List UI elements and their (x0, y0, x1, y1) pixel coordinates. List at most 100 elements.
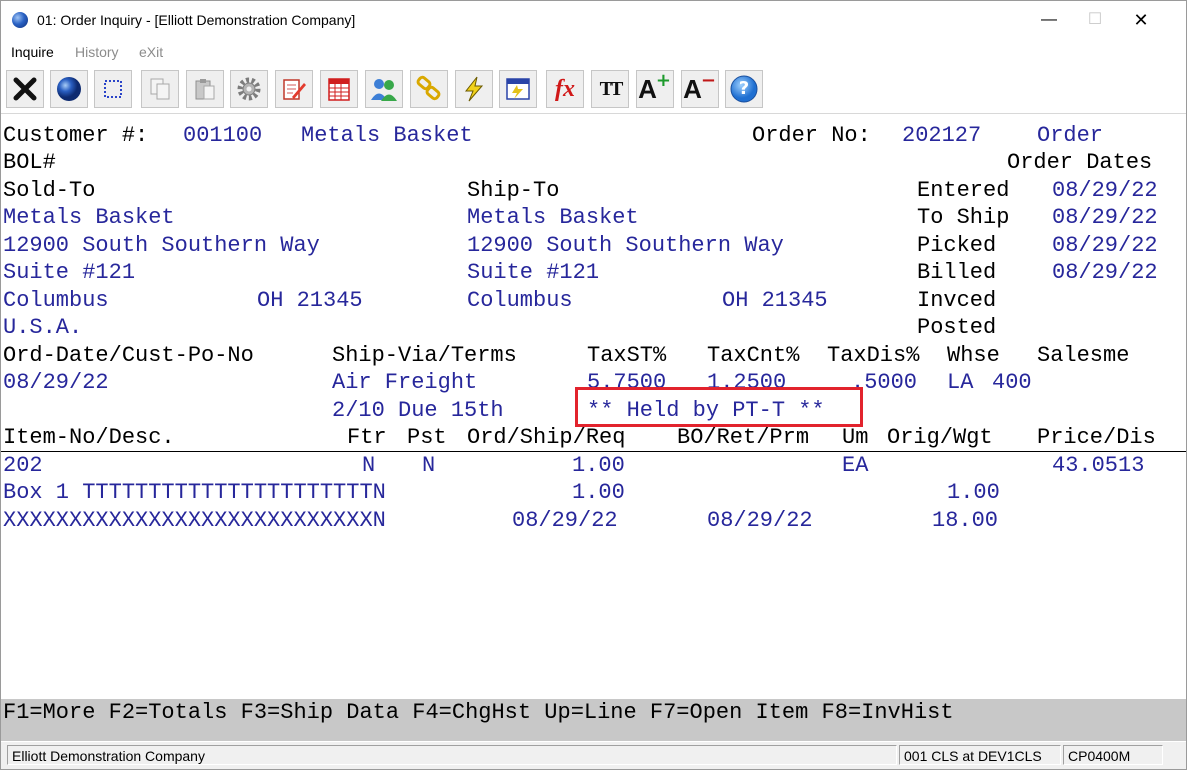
customer-number[interactable]: 001100 (183, 122, 262, 149)
line-desc2: XXXXXXXXXXXXXXXXXXXXXXXXXXXXN (3, 508, 386, 533)
col-ftr: Ftr (347, 425, 387, 450)
picked-date: 08/29/22 (1052, 233, 1158, 258)
line-weight: 18.00 (932, 508, 999, 533)
col-bo-ret-prm: BO/Ret/Prm (677, 425, 810, 450)
taxst-label: TaxST% (587, 343, 667, 368)
col-orig-wgt: Orig/Wgt (887, 425, 993, 450)
sold-to-address1: 12900 South Southern Way (3, 233, 320, 258)
function-keys-text[interactable]: F1=More F2=Totals F3=Ship Data F4=ChgHst… (3, 699, 954, 726)
line-orig: 1.00 (947, 480, 1000, 505)
plus-glyph: + (655, 69, 671, 91)
billed-date: 08/29/22 (1052, 260, 1158, 285)
billed-label: Billed (917, 260, 997, 285)
minus-glyph: − (700, 69, 716, 91)
calendar-icon[interactable] (320, 70, 358, 108)
ord-date: 08/29/22 (3, 370, 109, 395)
line-shipped: 1.00 (572, 480, 625, 505)
sold-to-name: Metals Basket (3, 205, 175, 230)
order-dates-label: Order Dates (1007, 150, 1153, 175)
ship-to-name: Metals Basket (467, 205, 639, 230)
ship-via: Air Freight (332, 370, 478, 395)
status-company: Elliott Demonstration Company (7, 745, 897, 765)
font-decrease-icon[interactable]: A − (681, 70, 719, 108)
globe-icon[interactable] (50, 70, 88, 108)
line-item-no[interactable]: 202 (3, 452, 43, 479)
edit-note-icon[interactable] (275, 70, 313, 108)
users-icon[interactable] (365, 70, 403, 108)
customer-label: Customer #: (3, 123, 149, 148)
title-bar: 01: Order Inquiry - [Elliott Demonstrati… (1, 1, 1186, 39)
status-bar: Elliott Demonstration Company 001 CLS at… (1, 742, 1186, 769)
order-no[interactable]: 202127 (902, 122, 981, 149)
invced-label: Invced (917, 288, 997, 313)
settings-gear-icon[interactable] (230, 70, 268, 108)
line-ordered: 1.00 (572, 453, 625, 478)
ship-to-label: Ship-To (467, 178, 560, 203)
calculator-icon[interactable] (499, 70, 537, 108)
sold-to-city: Columbus (3, 288, 109, 313)
col-item-desc: Item-No/Desc. (3, 425, 175, 450)
window-title: 01: Order Inquiry - [Elliott Demonstrati… (37, 12, 356, 28)
help-glyph: ? (738, 78, 750, 99)
col-price-dis: Price/Dis (1037, 425, 1156, 450)
fx-glyph: fx (555, 75, 575, 102)
ship-via-label: Ship-Via/Terms (332, 343, 517, 368)
ship-to-address2: Suite #121 (467, 260, 600, 285)
salesman-label: Salesme (1037, 343, 1130, 368)
menu-exit[interactable]: eXit (139, 44, 163, 60)
menu-bar: Inquire History eXit (1, 41, 1186, 63)
lightning-icon[interactable] (455, 70, 493, 108)
link-icon[interactable] (410, 70, 448, 108)
customer-name: Metals Basket (301, 123, 473, 148)
sold-to-label: Sold-To (3, 178, 96, 203)
taxcnt-label: TaxCnt% (707, 343, 800, 368)
entered-label: Entered (917, 178, 1010, 203)
menu-history[interactable]: History (75, 44, 119, 60)
sold-to-country: U.S.A. (3, 315, 83, 340)
whse-value: LA (947, 370, 974, 395)
app-globe-icon (12, 12, 28, 28)
status-session: 001 CLS at DEV1CLS (899, 745, 1061, 765)
taxdis-label: TaxDis% (827, 343, 920, 368)
to-ship-label: To Ship (917, 205, 1010, 230)
to-ship-date: 08/29/22 (1052, 205, 1158, 230)
order-type: Order (1037, 123, 1104, 148)
ship-to-address1: 12900 South Southern Way (467, 233, 784, 258)
salesman-value: 400 (992, 370, 1032, 395)
line-ftr: N (362, 453, 376, 478)
whse-label: Whse (947, 343, 1000, 368)
function-fx-icon[interactable]: fx (546, 70, 584, 108)
line-prm-date: 08/29/22 (707, 508, 813, 533)
posted-label: Posted (917, 315, 997, 340)
minimize-button[interactable]: — (1026, 1, 1072, 39)
ship-to-state-zip: OH 21345 (722, 288, 828, 313)
ship-to-city: Columbus (467, 288, 573, 313)
function-key-bar: F1=More F2=Totals F3=Ship Data F4=ChgHst… (1, 699, 1186, 741)
font-big-glyph: A (638, 73, 657, 104)
select-icon[interactable] (94, 70, 132, 108)
picked-label: Picked (917, 233, 997, 258)
maximize-button[interactable]: ☐ (1072, 1, 1118, 39)
line-um: EA (842, 453, 869, 478)
close-x-icon[interactable] (6, 70, 44, 108)
bol-label: BOL# (3, 150, 56, 175)
terms: 2/10 Due 15th (332, 398, 504, 423)
line-desc1: Box 1 TTTTTTTTTTTTTTTTTTTTTTN (3, 480, 386, 505)
copy-icon[interactable] (141, 70, 179, 108)
col-ord-ship-req: Ord/Ship/Req (467, 425, 626, 450)
ord-date-label: Ord-Date/Cust-Po-No (3, 343, 254, 368)
menu-inquire[interactable]: Inquire (11, 44, 54, 60)
toolbar: fx TT A + A − ? (1, 65, 1186, 114)
col-pst: Pst (407, 425, 447, 450)
column-header-separator (1, 451, 1186, 452)
held-status-highlight (575, 387, 863, 427)
font-icon[interactable]: TT (591, 70, 629, 108)
paste-icon[interactable] (186, 70, 224, 108)
font-small-glyph: A (683, 73, 702, 104)
font-increase-icon[interactable]: A + (636, 70, 674, 108)
tt-glyph: TT (599, 77, 624, 100)
close-button[interactable]: ✕ (1118, 1, 1164, 39)
help-icon[interactable]: ? (725, 70, 763, 108)
status-program: CP0400M (1063, 745, 1163, 765)
line-req-date: 08/29/22 (512, 508, 618, 533)
